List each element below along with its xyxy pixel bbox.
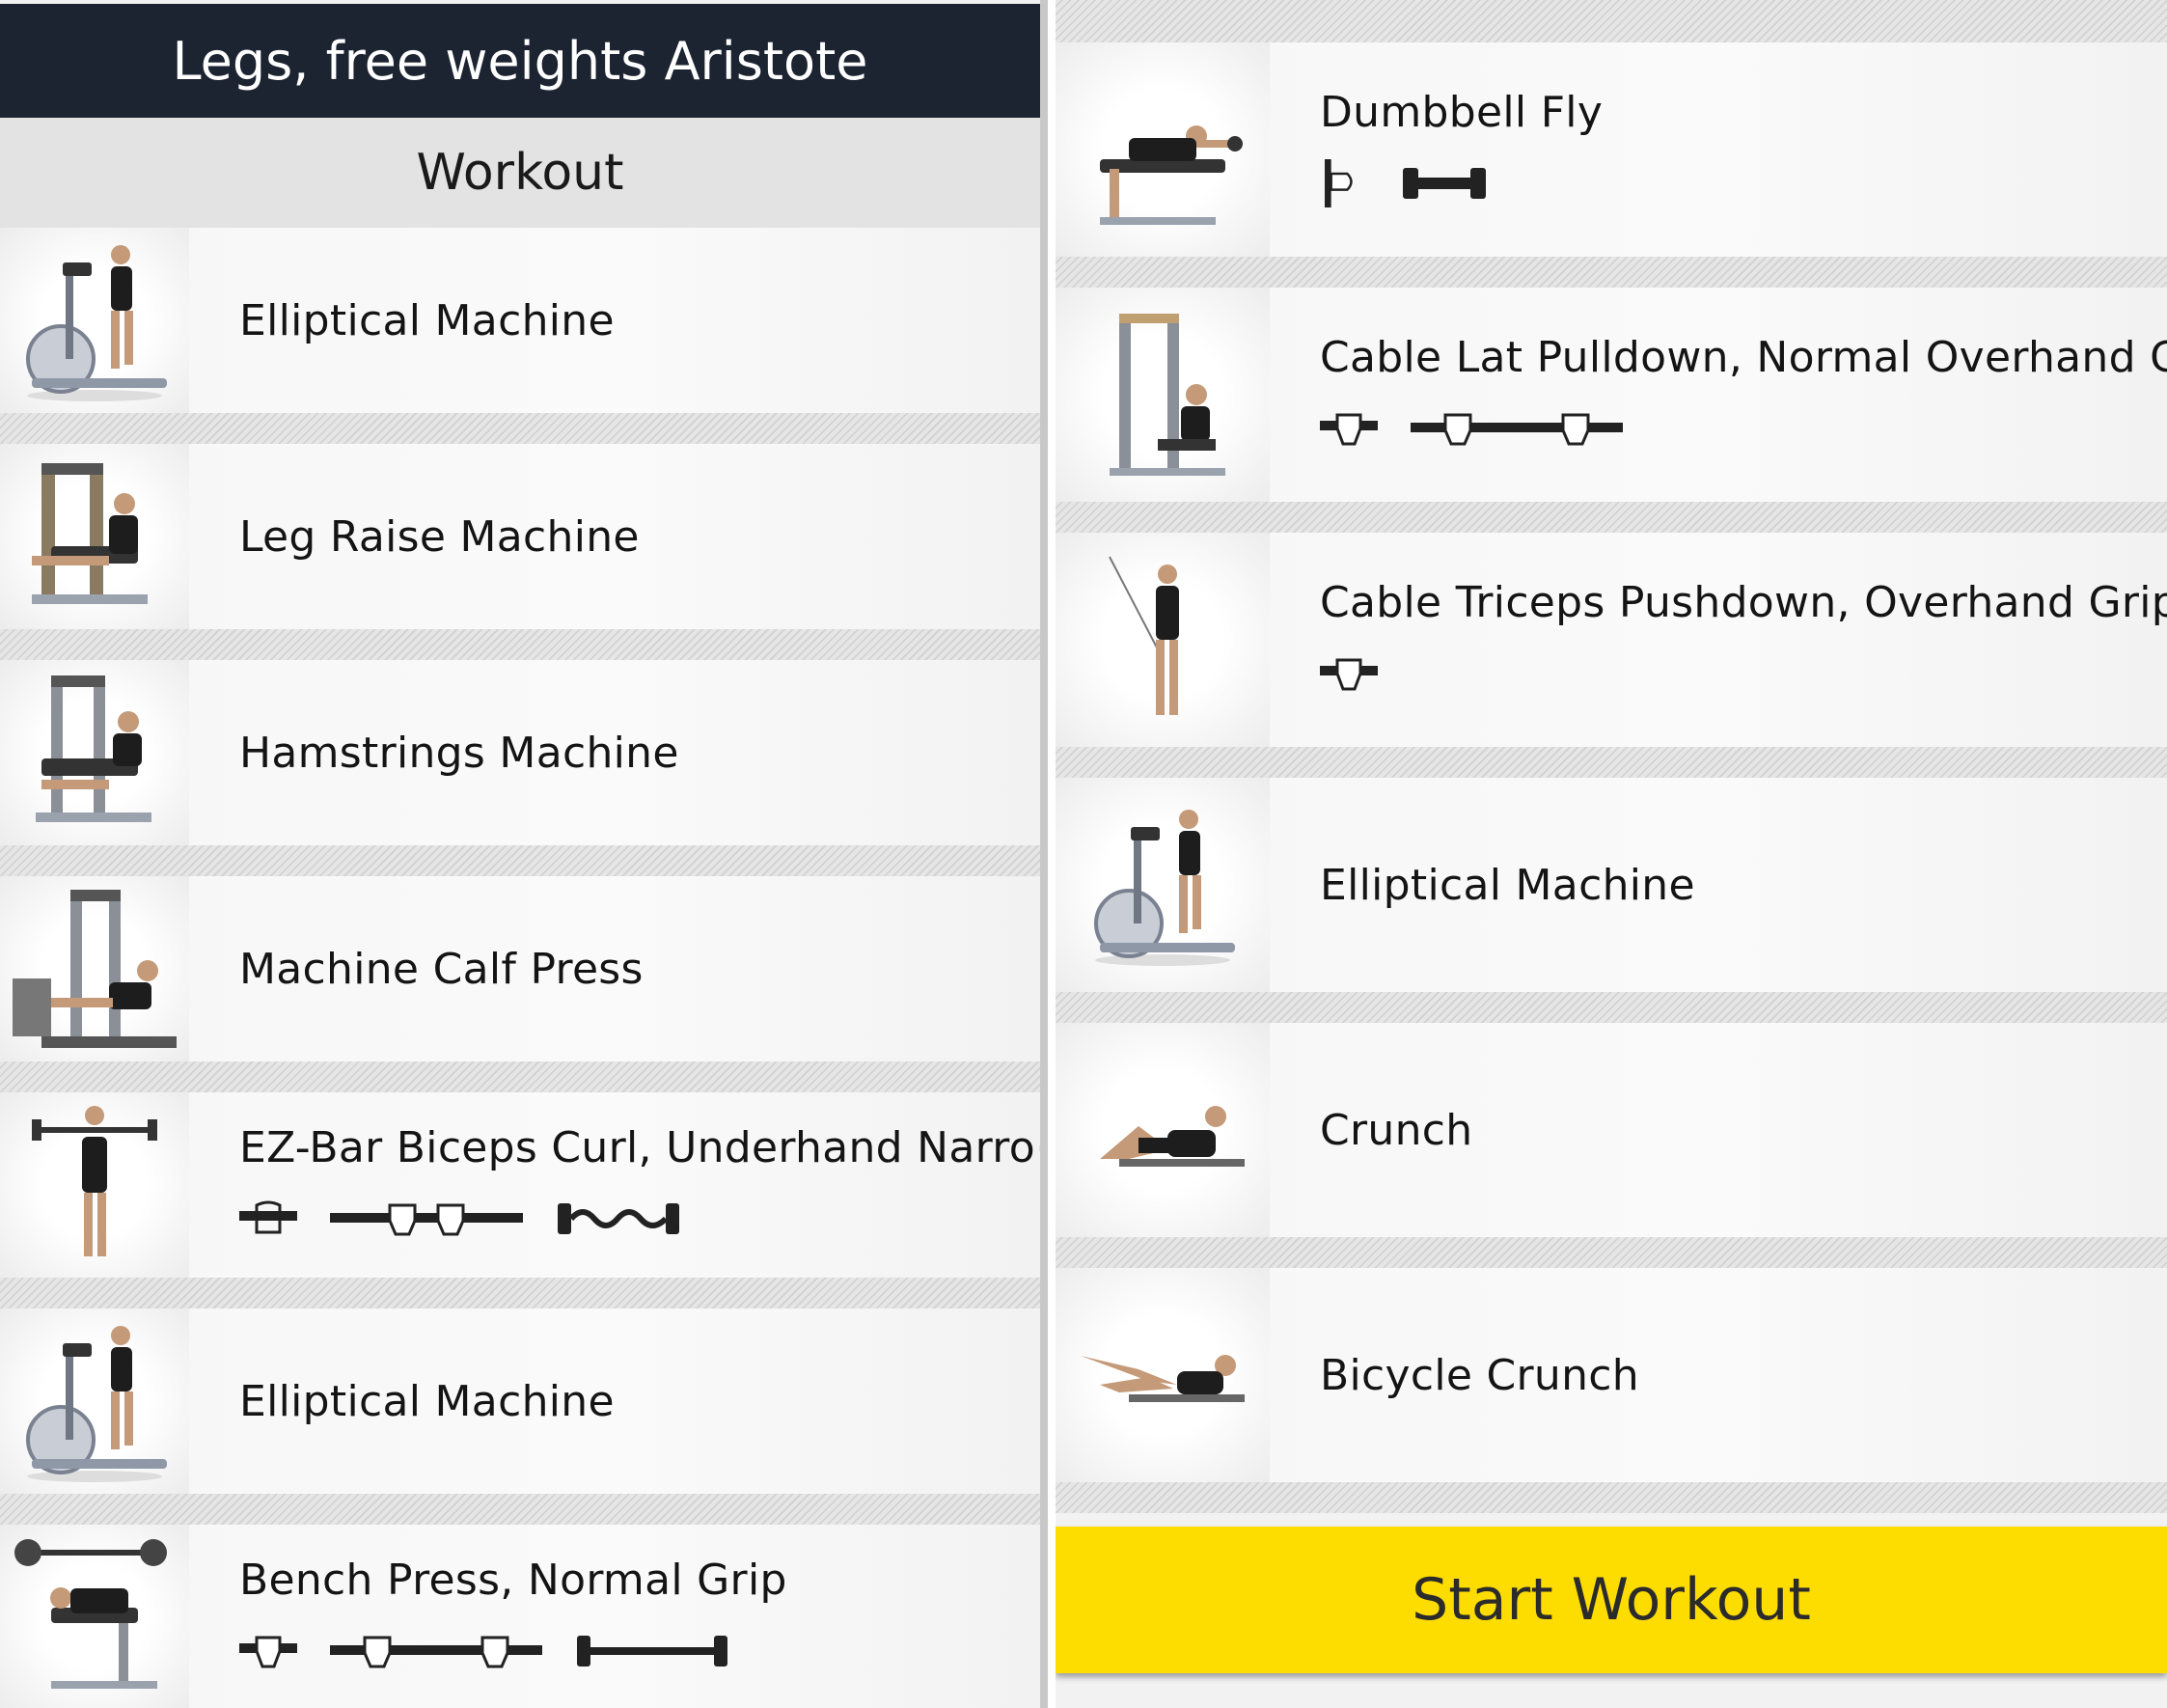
exercise-info: Leg Raise Machine [189, 444, 640, 629]
left-screen: Legs, free weights Aristote Workout Elli… [0, 0, 1048, 1708]
row-separator [0, 629, 1040, 660]
overhand-grip-icon [1320, 401, 1378, 459]
exercise-thumbnail [0, 660, 189, 845]
start-workout-button[interactable]: Start Workout [1056, 1527, 2167, 1673]
exercise-info: Cable Triceps Pushdown, Overhand Grip [1270, 533, 2167, 747]
exercise-thumbnail [0, 444, 189, 629]
exercise-list-left: Elliptical Machine Leg Raise Machine Hamst… [0, 228, 1040, 1708]
exercise-row[interactable]: Elliptical Machine [0, 1309, 1040, 1494]
exercise-info: Crunch [1270, 1023, 1472, 1237]
exercise-name: Elliptical Machine [239, 1376, 615, 1426]
exercise-row[interactable]: Hamstrings Machine [0, 660, 1040, 845]
workout-plan-title: Legs, free weights Aristote [172, 30, 868, 92]
exercise-name: Dumbbell Fly [1320, 87, 1604, 137]
exercise-name: Machine Calf Press [239, 944, 644, 994]
exercise-row[interactable]: Bench Press, Normal Grip [0, 1525, 1040, 1708]
exercise-row[interactable]: Leg Raise Machine [0, 444, 1040, 629]
exercise-thumbnail [0, 1525, 189, 1708]
exercise-info: Elliptical Machine [1270, 778, 1695, 992]
exercise-name: Elliptical Machine [239, 295, 615, 345]
overhand-grip-icon [239, 1624, 297, 1682]
exercise-thumbnail [0, 228, 189, 413]
ez-bar-icon [556, 1192, 681, 1250]
exercise-list-right: Dumbbell Fly Cable Lat Pulldown, Normal O… [1056, 42, 2167, 1513]
row-separator [0, 413, 1040, 444]
exercise-info: EZ-Bar Biceps Curl, Underhand Narro⋯ [189, 1092, 1040, 1278]
exercise-name: Crunch [1320, 1105, 1473, 1155]
exercise-row[interactable]: Dumbbell Fly [1056, 42, 2167, 257]
exercise-thumbnail [0, 876, 189, 1061]
section-header: Workout [0, 118, 1040, 228]
exercise-name: Cable Lat Pulldown, Normal Overhand Grip [1320, 332, 2167, 382]
exercise-thumbnail [1056, 42, 1270, 257]
exercise-row[interactable]: Cable Lat Pulldown, Normal Overhand Grip [1056, 288, 2167, 502]
app-header: Legs, free weights Aristote [0, 4, 1040, 118]
row-separator [1056, 992, 2167, 1023]
right-screen: Dumbbell Fly Cable Lat Pulldown, Normal O… [1056, 0, 2167, 1708]
underhand-grip-icon [239, 1192, 297, 1250]
barbell-icon [575, 1624, 729, 1682]
exercise-thumbnail [1056, 288, 1270, 502]
exercise-row[interactable]: Elliptical Machine [1056, 778, 2167, 992]
exercise-name: Bench Press, Normal Grip [239, 1555, 787, 1605]
exercise-name: Leg Raise Machine [239, 511, 640, 562]
exercise-info: Bicycle Crunch [1270, 1268, 1639, 1482]
exercise-info: Bench Press, Normal Grip [189, 1525, 787, 1708]
exercise-thumbnail [0, 1309, 189, 1494]
normal-grip-icon [1411, 401, 1623, 459]
overhand-grip-icon [1320, 647, 1378, 704]
equipment-icons [1320, 158, 1603, 212]
exercise-name: Hamstrings Machine [239, 728, 679, 778]
start-workout-label: Start Workout [1412, 1566, 1811, 1634]
exercise-row[interactable]: Cable Triceps Pushdown, Overhand Grip [1056, 533, 2167, 747]
equipment-icons [239, 1194, 1040, 1248]
exercise-info: Elliptical Machine [189, 1309, 615, 1494]
row-separator [1056, 747, 2167, 778]
row-separator [1056, 502, 2167, 533]
normal-grip-icon [330, 1624, 542, 1682]
row-separator [1056, 1482, 2167, 1513]
equipment-icons [1320, 648, 2167, 702]
exercise-name: Elliptical Machine [1320, 860, 1695, 910]
section-title: Workout [416, 144, 624, 202]
row-separator [1056, 257, 2167, 288]
exercise-row[interactable]: Bicycle Crunch [1056, 1268, 2167, 1482]
row-separator [0, 1494, 1040, 1525]
row-separator [0, 1278, 1040, 1309]
exercise-row[interactable]: EZ-Bar Biceps Curl, Underhand Narro⋯ [0, 1092, 1040, 1278]
exercise-thumbnail [1056, 1023, 1270, 1237]
row-separator [0, 845, 1040, 876]
exercise-thumbnail [0, 1092, 189, 1278]
exercise-info: Elliptical Machine [189, 228, 615, 413]
exercise-thumbnail [1056, 1268, 1270, 1482]
row-separator [0, 1061, 1040, 1092]
equipment-icons [239, 1626, 787, 1680]
row-separator [1056, 0, 2167, 42]
exercise-thumbnail [1056, 533, 1270, 747]
exercise-name: Bicycle Crunch [1320, 1350, 1639, 1400]
exercise-row[interactable]: Machine Calf Press [0, 876, 1040, 1061]
neutral-grip-icon [1320, 156, 1368, 214]
exercise-name: EZ-Bar Biceps Curl, Underhand Narro⋯ [239, 1122, 1040, 1172]
exercise-info: Machine Calf Press [189, 876, 644, 1061]
exercise-row[interactable]: Elliptical Machine [0, 228, 1040, 413]
exercise-info: Hamstrings Machine [189, 660, 679, 845]
exercise-info: Cable Lat Pulldown, Normal Overhand Grip [1270, 288, 2167, 502]
exercise-name: Cable Triceps Pushdown, Overhand Grip [1320, 577, 2167, 627]
equipment-icons [1320, 403, 2167, 457]
exercise-thumbnail [1056, 778, 1270, 992]
narrow-grip-icon [330, 1192, 523, 1250]
row-separator [1056, 1237, 2167, 1268]
exercise-info: Dumbbell Fly [1270, 42, 1603, 257]
dumbbell-icon [1401, 156, 1488, 214]
exercise-row[interactable]: Crunch [1056, 1023, 2167, 1237]
